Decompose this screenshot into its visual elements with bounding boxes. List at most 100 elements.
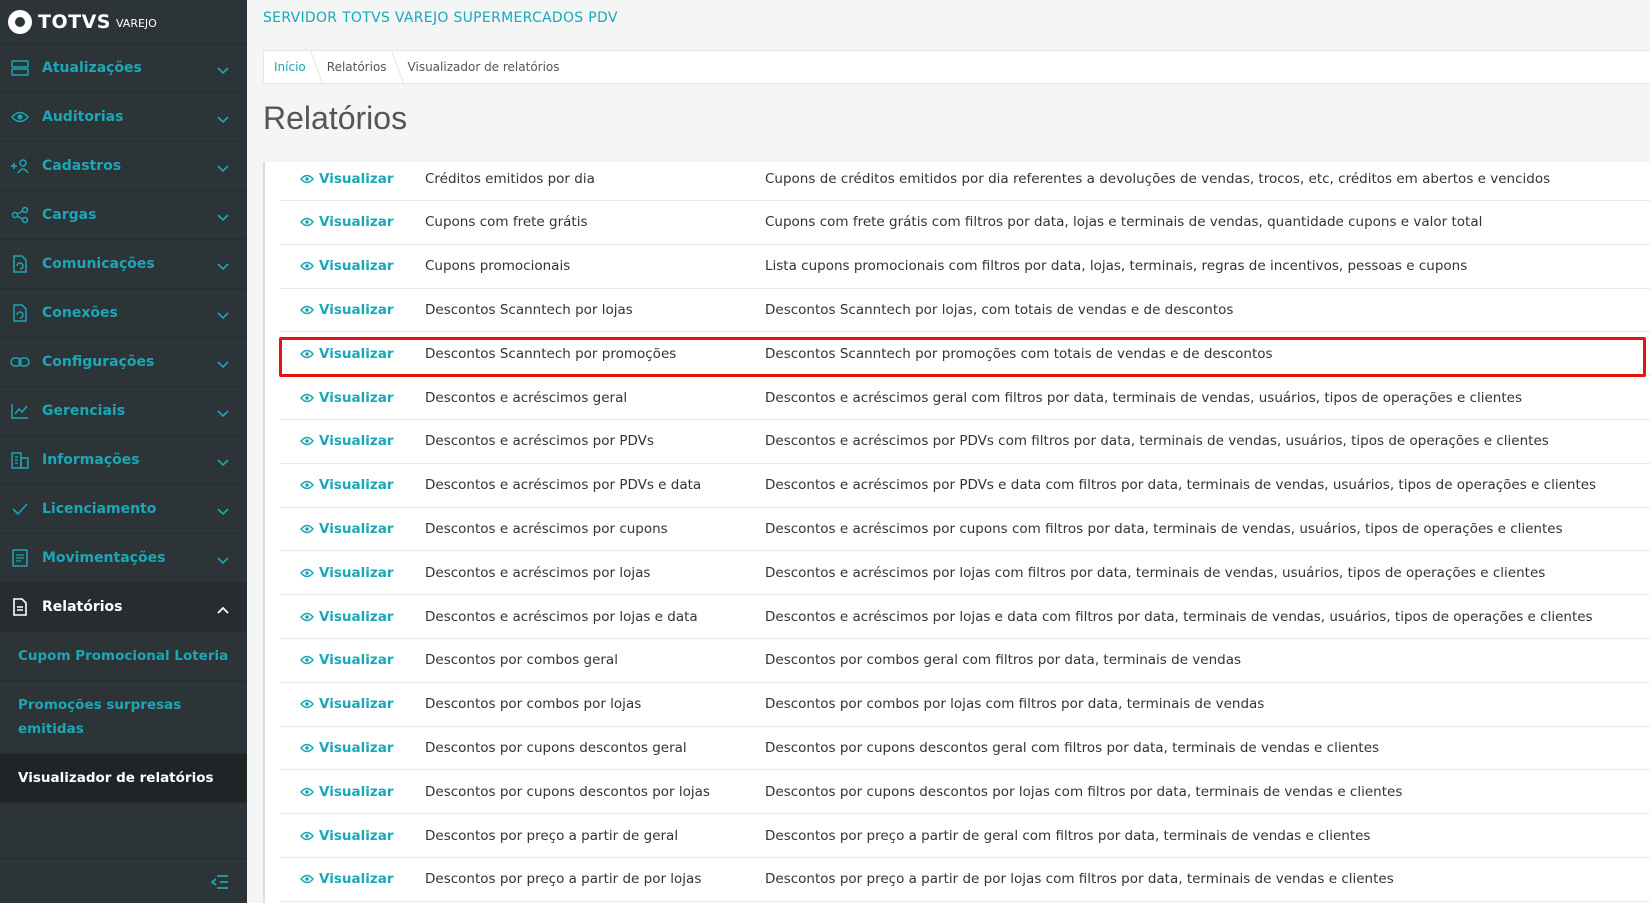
view-link[interactable]: Visualizar (280, 171, 425, 187)
view-label: Visualizar (319, 258, 394, 275)
table-row: Visualizar Descontos por combos por lojas… (280, 683, 1650, 727)
server-title: SERVIDOR TOTVS VAREJO SUPERMERCADOS PDV (263, 10, 618, 26)
sidebar-item-comunicacoes[interactable]: Comunicações (0, 240, 247, 289)
sidebar-item-atualizacoes[interactable]: Atualizações (0, 44, 247, 93)
sidebar-item-label: Conexões (42, 305, 118, 321)
breadcrumb-section[interactable]: Relatórios (317, 51, 397, 83)
table-row: Visualizar Descontos por combos geral Desc… (280, 639, 1650, 683)
sidebar-menu: Atualizações Auditorias Cadastros Cargas… (0, 44, 247, 803)
eye-icon (300, 699, 314, 709)
view-label: Visualizar (319, 827, 394, 844)
eye-icon (300, 656, 314, 665)
table-row: Visualizar Descontos Scanntech por promoç… (280, 332, 1650, 377)
sidebar-item-movimentacoes[interactable]: Movimentações (0, 534, 247, 583)
totvs-logo-icon (8, 9, 32, 34)
report-description: Descontos por combos por lojas com filtr… (765, 696, 1265, 713)
table-row: Visualizar Descontos e acréscimos por cup… (280, 507, 1650, 552)
eye-icon (300, 305, 314, 315)
view-link[interactable]: Visualizar (280, 565, 425, 581)
eye-icon (300, 612, 314, 621)
view-link[interactable]: Visualizar (280, 346, 425, 362)
eye-icon (300, 393, 314, 402)
sidebar-item-cadastros[interactable]: Cadastros (0, 142, 247, 191)
report-name: Cupons promocionais (425, 258, 571, 275)
table-row: Visualizar Descontos e acréscimos geral De… (280, 376, 1650, 420)
view-link[interactable]: Visualizar (280, 302, 425, 318)
sidebar-item-auditorias[interactable]: Auditorias (0, 93, 247, 142)
sidebar-item-gerenciais[interactable]: Gerenciais (0, 387, 247, 436)
view-label: Visualizar (319, 301, 394, 318)
chevron-down-icon (217, 109, 229, 128)
chevron-down-icon (217, 403, 229, 422)
view-link[interactable]: Visualizar (280, 433, 425, 449)
table-row: Visualizar Descontos e acréscimos por loj… (280, 551, 1650, 596)
sidebar-item-licenciamento[interactable]: Licenciamento (0, 485, 247, 534)
collapse-sidebar-icon[interactable] (210, 874, 229, 893)
table-row: Visualizar Cupons com frete grátis Cupons … (280, 201, 1650, 245)
view-label: Visualizar (319, 652, 394, 669)
view-link[interactable]: Visualizar (280, 258, 425, 274)
sidebar-item-label: Auditorias (42, 109, 124, 125)
sidebar-item-configuracoes[interactable]: Configurações (0, 338, 247, 387)
reports-table: Visualizar Créditos emitidos por dia Cupon… (263, 162, 1650, 903)
sidebar-item-label: Comunicações (42, 256, 155, 272)
add-user-icon (10, 156, 30, 176)
report-description: Cupons de créditos emitidos por dia refe… (765, 170, 1551, 187)
report-name: Descontos Scanntech por lojas (425, 301, 633, 318)
main-content: SERVIDOR TOTVS VAREJO SUPERMERCADOS PDV … (247, 0, 1650, 903)
table-row: Visualizar Descontos por cupons descontos… (280, 770, 1650, 815)
sidebar-item-label: Licenciamento (42, 501, 157, 517)
table-row: Visualizar Créditos emitidos por dia Cupon… (280, 157, 1650, 201)
sidebar: TOTVS VAREJO Atualizações Auditorias Cad… (0, 0, 247, 903)
view-link[interactable]: Visualizar (280, 214, 425, 230)
sidebar-item-cargas[interactable]: Cargas (0, 191, 247, 240)
report-description: Descontos por combos geral com filtros p… (765, 652, 1242, 669)
report-name: Descontos e acréscimos por cupons (425, 520, 668, 537)
sidebar-item-informacoes[interactable]: Informações (0, 436, 247, 485)
eye-icon (300, 261, 314, 271)
sidebar-subitem-promocoes-surpresas[interactable]: Promoções surpresas emitidas (0, 681, 247, 754)
sidebar-item-relatorios[interactable]: Relatórios (0, 583, 247, 632)
view-link[interactable]: Visualizar (280, 828, 425, 844)
view-link[interactable]: Visualizar (280, 390, 425, 406)
view-label: Visualizar (319, 345, 394, 362)
chevron-down-icon (217, 354, 229, 373)
report-description: Descontos por preço a partir de por loja… (765, 871, 1394, 888)
view-link[interactable]: Visualizar (280, 652, 425, 668)
file-sync-icon (10, 303, 30, 323)
eye-icon (300, 831, 314, 840)
view-link[interactable]: Visualizar (280, 521, 425, 537)
view-link[interactable]: Visualizar (280, 784, 425, 800)
sidebar-item-conexoes[interactable]: Conexões (0, 289, 247, 338)
report-description: Descontos por cupons descontos geral com… (765, 739, 1380, 756)
report-name: Cupons com frete grátis (425, 214, 588, 231)
report-description: Descontos Scanntech por lojas, com totai… (765, 301, 1234, 318)
building-icon (10, 450, 30, 470)
view-link[interactable]: Visualizar (280, 871, 425, 887)
link-icon (10, 352, 30, 372)
check-icon (10, 499, 30, 519)
report-description: Descontos e acréscimos geral com filtros… (765, 389, 1522, 406)
report-description: Descontos Scanntech por promoções com to… (765, 345, 1273, 362)
report-name: Descontos por combos por lojas (425, 696, 642, 713)
eye-icon (300, 524, 314, 534)
sidebar-subitem-visualizador-relatorios[interactable]: Visualizador de relatórios (0, 754, 247, 803)
view-link[interactable]: Visualizar (280, 609, 425, 625)
sidebar-item-label: Relatórios (42, 599, 123, 615)
breadcrumb: Início Relatórios Visualizador de relató… (263, 50, 1650, 84)
view-link[interactable]: Visualizar (280, 740, 425, 756)
report-description: Descontos e acréscimos por PDVs com filt… (765, 433, 1549, 450)
breadcrumb-home[interactable]: Início (264, 51, 316, 83)
view-label: Visualizar (319, 564, 394, 581)
view-link[interactable]: Visualizar (280, 477, 425, 493)
breadcrumb-current: Visualizador de relatórios (407, 60, 560, 74)
table-row: Visualizar Descontos por preço a partir d… (280, 858, 1650, 902)
view-link[interactable]: Visualizar (280, 696, 425, 712)
logo[interactable]: TOTVS VAREJO (0, 0, 247, 44)
sidebar-subitem-cupom-promocional-loteria[interactable]: Cupom Promocional Loteria (0, 632, 247, 681)
report-description: Descontos por cupons descontos por lojas… (765, 783, 1403, 800)
report-name: Descontos e acréscimos geral (425, 389, 628, 406)
view-label: Visualizar (319, 477, 394, 494)
eye-icon (300, 174, 314, 183)
view-label: Visualizar (319, 871, 394, 888)
